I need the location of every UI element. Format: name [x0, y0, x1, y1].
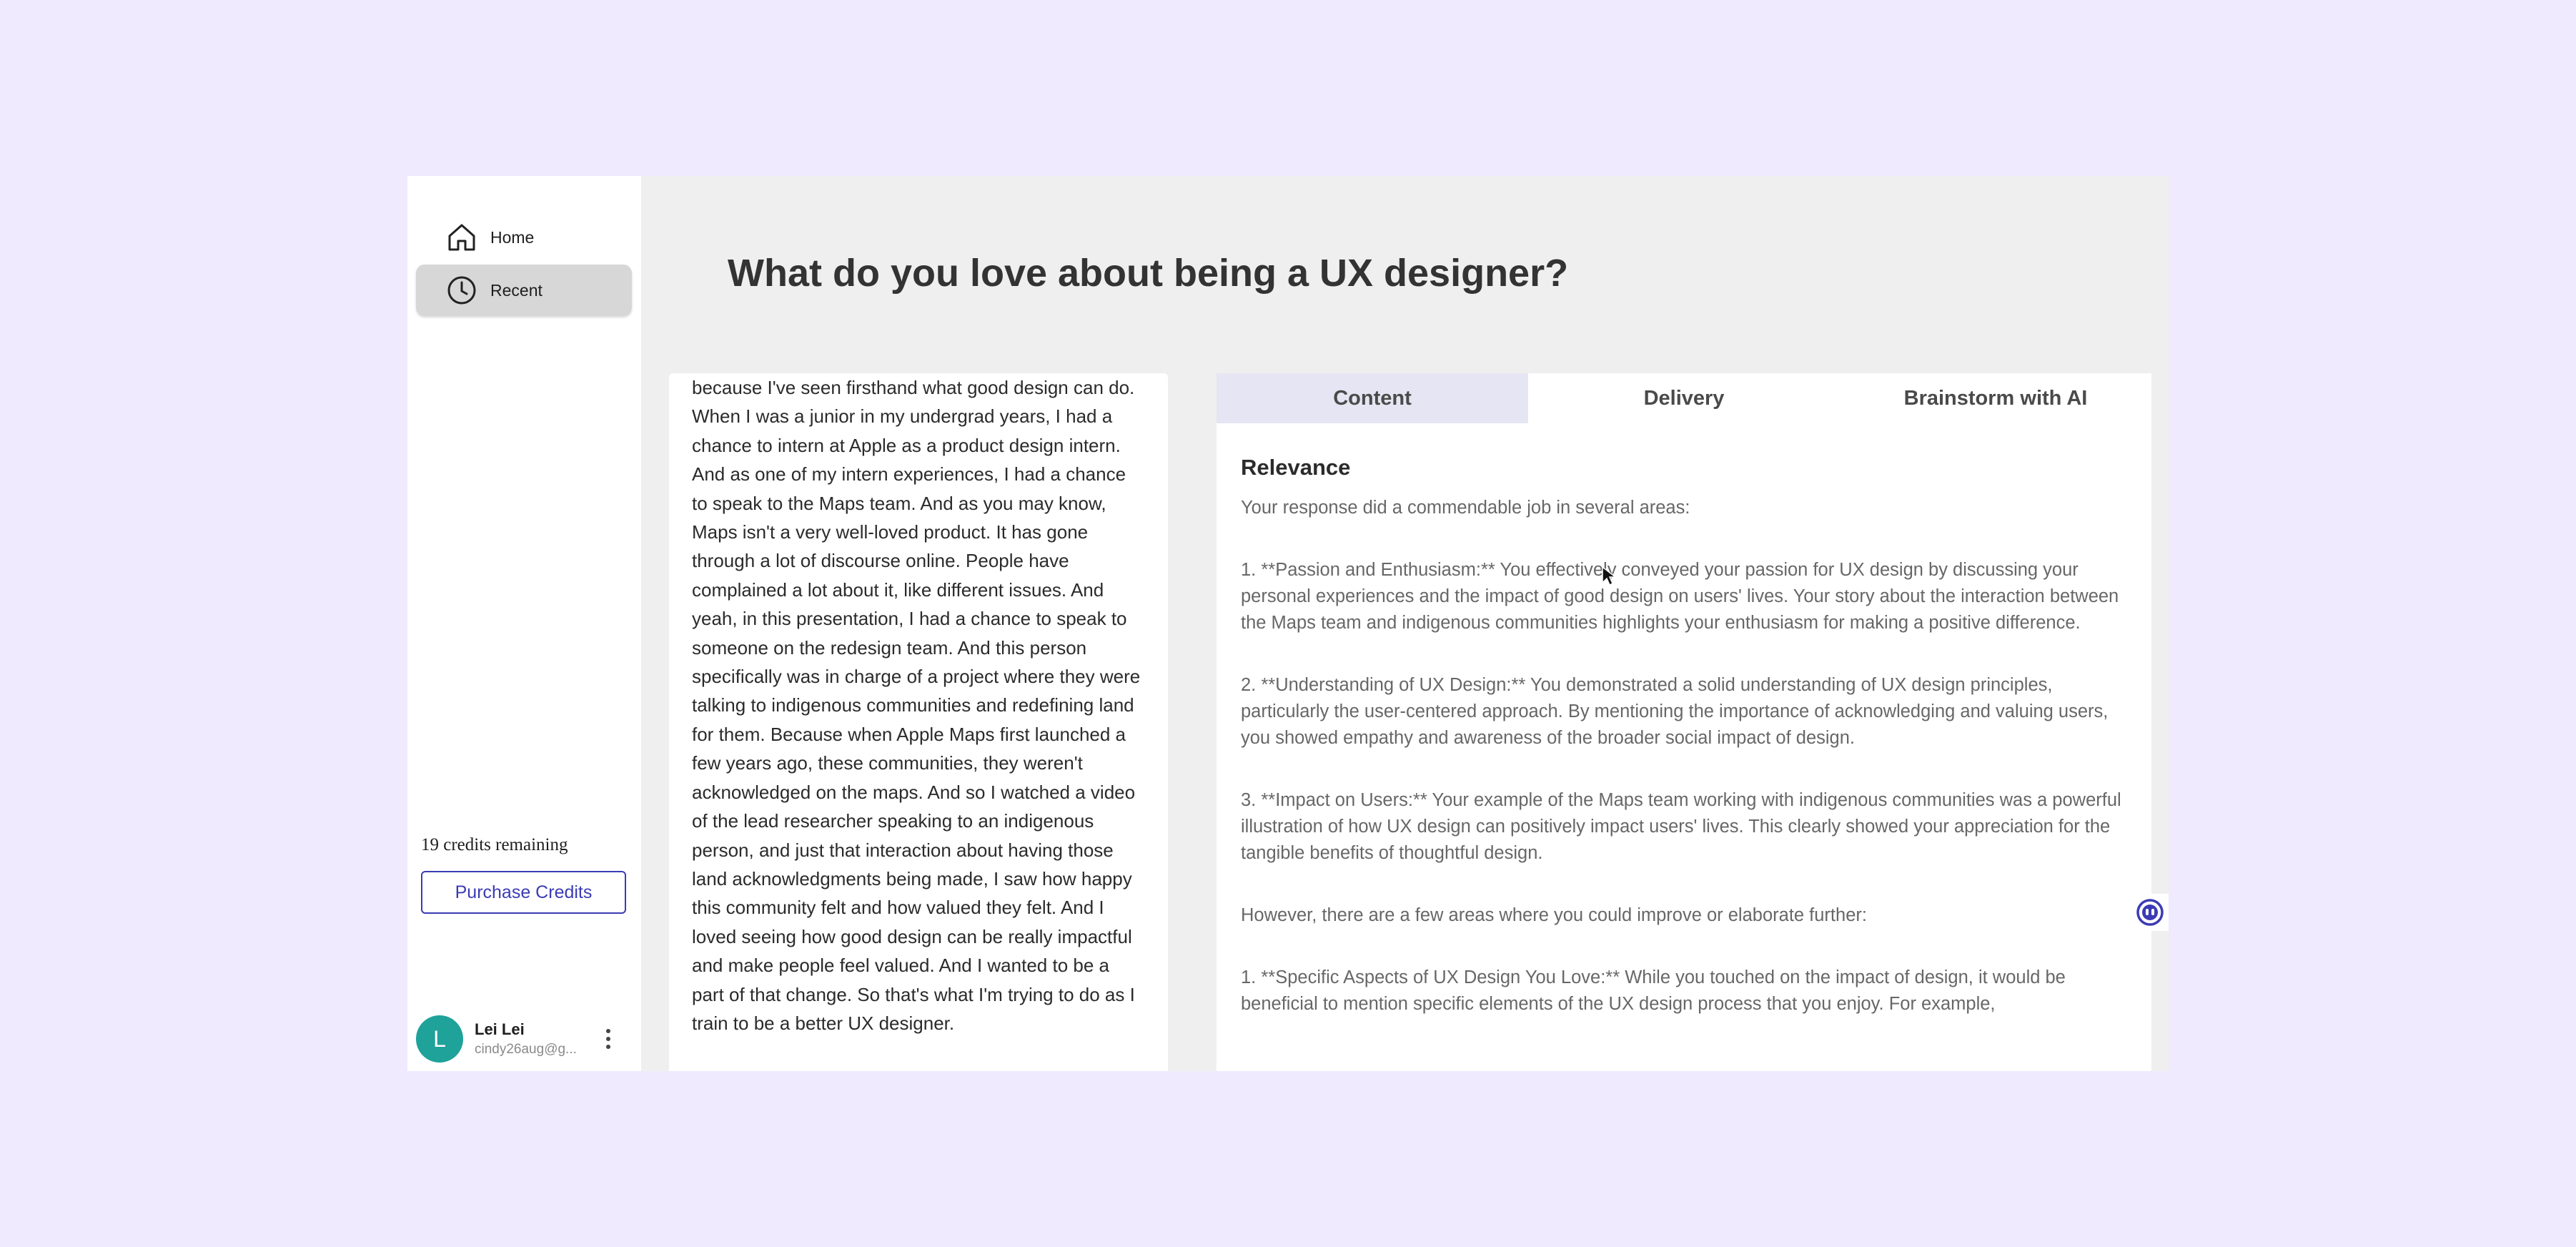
user-name: Lei Lei: [475, 1020, 525, 1038]
home-icon: [445, 220, 479, 255]
mouse-cursor-icon: [1601, 566, 1618, 591]
tab-bar: Content Delivery Brainstorm with AI: [1217, 373, 2151, 423]
feedback-panel: Content Delivery Brainstorm with AI Rele…: [1217, 373, 2151, 1071]
tab-brainstorm-with-ai[interactable]: Brainstorm with AI: [1840, 373, 2151, 423]
feedback-paragraph: 1. **Passion and Enthusiasm:** You effec…: [1241, 560, 2119, 633]
user-email: cindy26aug@g...: [475, 1042, 577, 1057]
app-window: Home Recent 19 credits remaining Purchas…: [407, 176, 2169, 1071]
feedback-content[interactable]: Relevance Your response did a commendabl…: [1217, 423, 2151, 1017]
sidebar: Home Recent 19 credits remaining Purchas…: [407, 176, 641, 1071]
assistant-icon[interactable]: [2131, 894, 2169, 931]
user-profile: L Lei Lei cindy26aug@g...: [416, 1014, 632, 1064]
tab-content[interactable]: Content: [1217, 373, 1528, 423]
transcript-text: because I've seen firsthand what good de…: [692, 377, 1141, 1034]
section-title: Relevance: [1241, 455, 1351, 480]
feedback-intro: Your response did a commendable job in s…: [1241, 498, 1690, 518]
sidebar-item-label: Home: [490, 227, 535, 247]
feedback-paragraph: 3. **Impact on Users:** Your example of …: [1241, 790, 2121, 863]
clock-icon: [445, 273, 479, 307]
purchase-credits-button[interactable]: Purchase Credits: [421, 871, 626, 914]
feedback-paragraph: 1. **Specific Aspects of UX Design You L…: [1241, 967, 2066, 1014]
transcript-panel[interactable]: because I've seen firsthand what good de…: [669, 373, 1168, 1071]
feedback-paragraph: 2. **Understanding of UX Design:** You d…: [1241, 675, 2109, 748]
sidebar-item-home[interactable]: Home: [416, 212, 632, 263]
credits-remaining: 19 credits remaining: [421, 835, 568, 854]
sidebar-item-label: Recent: [490, 280, 543, 300]
tab-delivery[interactable]: Delivery: [1528, 373, 1840, 423]
more-options-icon[interactable]: [603, 1029, 613, 1049]
page-title: What do you love about being a UX design…: [728, 252, 1569, 295]
avatar[interactable]: L: [416, 1015, 463, 1063]
sidebar-item-recent[interactable]: Recent: [416, 265, 632, 316]
feedback-paragraph: However, there are a few areas where you…: [1241, 905, 1867, 925]
